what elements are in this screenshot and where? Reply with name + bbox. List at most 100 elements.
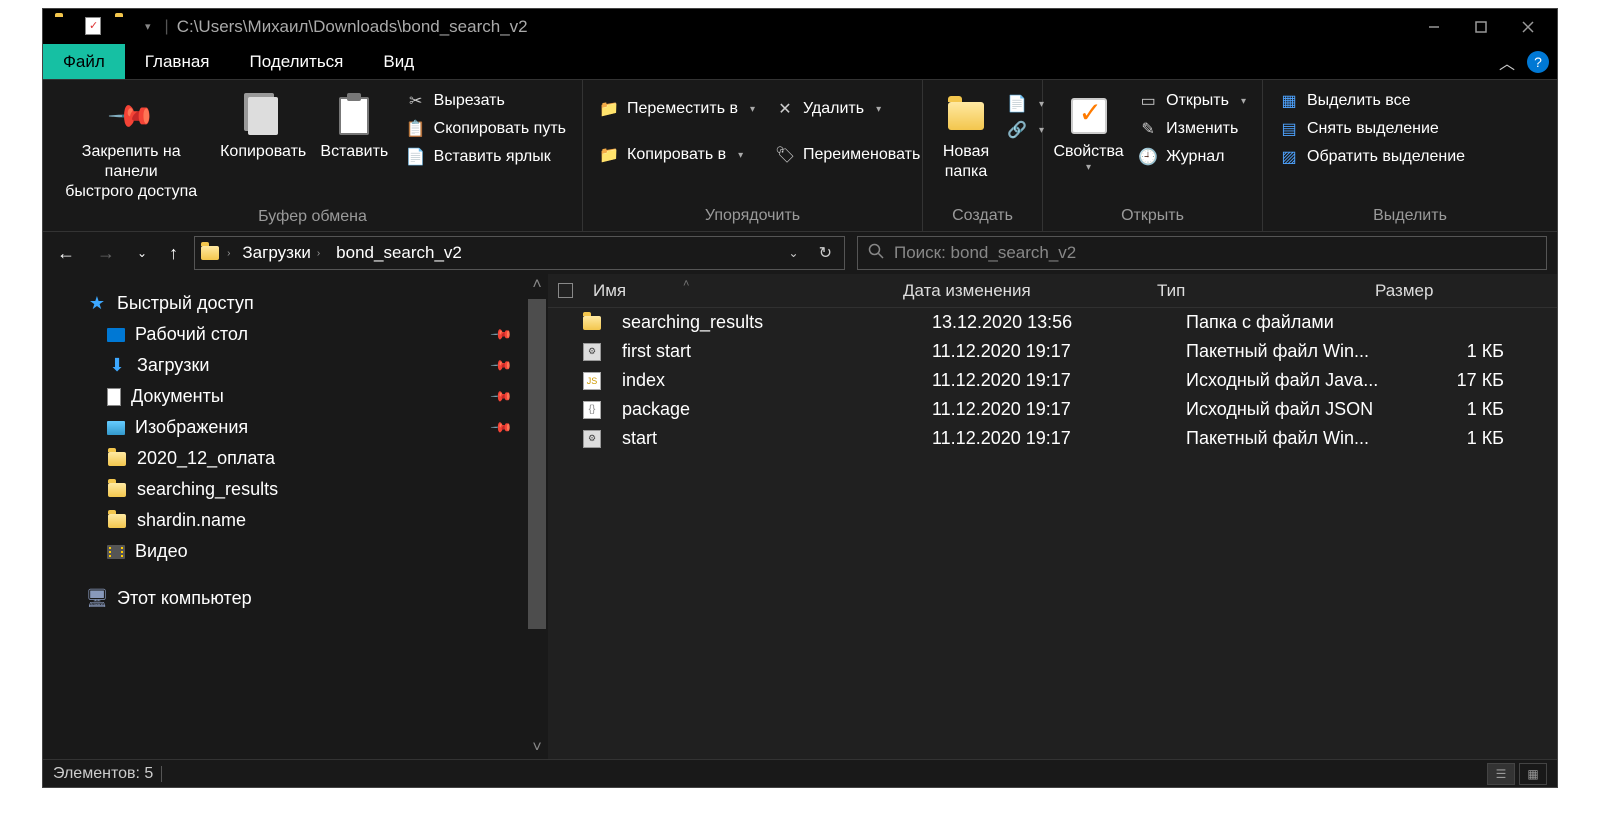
sidebar-item-downloads[interactable]: ⬇ Загрузки📌 xyxy=(83,350,548,381)
sidebar-item-folder-search[interactable]: searching_results xyxy=(83,474,548,505)
sidebar-item-pictures[interactable]: Изображения📌 xyxy=(83,412,548,443)
file-row[interactable]: {}package11.12.2020 19:17Исходный файл J… xyxy=(548,395,1557,424)
file-row[interactable]: ⚙start11.12.2020 19:17Пакетный файл Win.… xyxy=(548,424,1557,453)
up-button[interactable]: ↑ xyxy=(165,241,182,266)
file-row[interactable]: ⚙first start11.12.2020 19:17Пакетный фай… xyxy=(548,337,1557,366)
column-size[interactable]: Размер xyxy=(1365,281,1485,301)
sidebar-item-this-pc[interactable]: 🖥 Этот компьютер xyxy=(83,583,548,614)
paste-shortcut-button[interactable]: 📄Вставить ярлык xyxy=(398,144,574,170)
properties-button[interactable]: Свойства ▾ xyxy=(1051,86,1126,177)
chevron-down-icon: ▾ xyxy=(876,104,881,115)
folder-icon xyxy=(55,17,75,37)
select-all-button[interactable]: ▦Выделить все xyxy=(1271,88,1473,114)
open-button[interactable]: ▭Открыть▾ xyxy=(1130,88,1254,114)
thumbnails-view-button[interactable]: ▦ xyxy=(1519,763,1547,785)
column-type[interactable]: Тип xyxy=(1147,281,1365,301)
pin-quick-access-button[interactable]: 📌 Закрепить на панели быстрого доступа xyxy=(51,86,211,206)
group-label-new: Создать xyxy=(931,205,1034,229)
video-icon xyxy=(107,545,125,559)
status-bar: Элементов: 5 ☰ ▦ xyxy=(43,759,1557,787)
search-box[interactable] xyxy=(857,236,1547,270)
sidebar-item-folder-payment[interactable]: 2020_12_оплата xyxy=(83,443,548,474)
search-icon xyxy=(868,243,884,264)
desktop-icon xyxy=(107,328,125,342)
select-all-icon: ▦ xyxy=(1279,91,1299,111)
close-button[interactable] xyxy=(1505,12,1551,42)
sidebar-item-quick-access[interactable]: ★ Быстрый доступ xyxy=(83,288,548,319)
copy-to-button[interactable]: 📁Копировать в▾ xyxy=(591,142,763,168)
group-label-clipboard: Буфер обмена xyxy=(51,206,574,230)
file-date: 11.12.2020 19:17 xyxy=(922,341,1176,362)
easy-access-icon: 🔗 xyxy=(1007,120,1027,140)
refresh-button[interactable]: ↻ xyxy=(813,243,838,263)
invert-selection-button[interactable]: ▨Обратить выделение xyxy=(1271,144,1473,170)
minimize-button[interactable] xyxy=(1411,12,1457,42)
navigation-bar: ← → ⌄ ↑ › Загрузки› bond_search_v2 ⌄ ↻ xyxy=(43,232,1557,274)
cut-button[interactable]: ✂Вырезать xyxy=(398,88,574,114)
tab-file[interactable]: Файл xyxy=(43,44,125,79)
scroll-down-button[interactable]: ˅ xyxy=(526,737,548,759)
recent-dropdown[interactable]: ⌄ xyxy=(133,244,151,262)
file-size: 1 КБ xyxy=(1394,399,1514,420)
select-none-icon: ▤ xyxy=(1279,119,1299,139)
maximize-button[interactable] xyxy=(1458,12,1504,42)
pin-icon: 📌 xyxy=(489,415,513,439)
copy-path-button[interactable]: 📋Скопировать путь xyxy=(398,116,574,142)
copy-button[interactable]: Копировать xyxy=(215,86,311,166)
sidebar-item-folder-shardin[interactable]: shardin.name xyxy=(83,505,548,536)
forward-button[interactable]: → xyxy=(93,241,119,266)
paste-button[interactable]: Вставить xyxy=(315,86,394,166)
tab-share[interactable]: Поделиться xyxy=(230,44,364,79)
file-type: Исходный файл Java... xyxy=(1176,370,1394,391)
select-all-checkbox[interactable] xyxy=(558,283,573,298)
file-icon: JS xyxy=(582,371,602,391)
new-item-button[interactable]: 📄▾ xyxy=(1005,92,1046,116)
select-none-button[interactable]: ▤Снять выделение xyxy=(1271,116,1473,142)
file-name: index xyxy=(612,370,922,391)
back-button[interactable]: ← xyxy=(53,241,79,266)
search-input[interactable] xyxy=(894,243,1536,263)
navigation-pane: ˄ ˅ ★ Быстрый доступ Рабочий стол📌 ⬇ Заг… xyxy=(43,274,548,759)
sidebar-item-videos[interactable]: Видео xyxy=(83,536,548,567)
new-folder-qat-icon[interactable] xyxy=(115,17,135,37)
file-name: start xyxy=(612,428,922,449)
easy-access-button[interactable]: 🔗▾ xyxy=(1005,118,1046,142)
address-dropdown-icon[interactable]: ⌄ xyxy=(783,246,805,260)
move-to-button[interactable]: 📁Переместить в▾ xyxy=(591,96,763,122)
file-name: package xyxy=(612,399,922,420)
file-row[interactable]: searching_results13.12.2020 13:56Папка с… xyxy=(548,308,1557,337)
help-icon[interactable]: ? xyxy=(1527,51,1549,73)
chevron-right-icon[interactable]: › xyxy=(227,248,230,259)
file-view: Имя˄ Дата изменения Тип Размер searching… xyxy=(548,274,1557,759)
column-name[interactable]: Имя˄ xyxy=(583,281,893,301)
file-date: 11.12.2020 19:17 xyxy=(922,428,1176,449)
tab-home[interactable]: Главная xyxy=(125,44,230,79)
new-folder-button[interactable]: Новая папка xyxy=(931,86,1001,186)
sidebar-item-desktop[interactable]: Рабочий стол📌 xyxy=(83,319,548,350)
address-bar[interactable]: › Загрузки› bond_search_v2 ⌄ ↻ xyxy=(194,236,845,270)
file-icon: ⚙ xyxy=(582,429,602,449)
delete-button[interactable]: ✕Удалить▾ xyxy=(767,96,928,122)
properties-qat-icon[interactable]: ✓ xyxy=(85,17,105,37)
rename-button[interactable]: 🏷Переименовать xyxy=(767,142,928,168)
status-elements: Элементов: 5 xyxy=(53,765,153,783)
tab-view[interactable]: Вид xyxy=(363,44,434,79)
breadcrumb-downloads[interactable]: Загрузки› xyxy=(238,241,324,265)
sidebar-item-documents[interactable]: Документы📌 xyxy=(83,381,548,412)
edit-button[interactable]: ✎Изменить xyxy=(1130,116,1254,142)
file-date: 13.12.2020 13:56 xyxy=(922,312,1176,333)
chevron-down-icon: ▾ xyxy=(738,150,743,161)
qat-dropdown-icon[interactable]: ▾ xyxy=(145,20,151,33)
pin-icon: 📌 xyxy=(489,353,513,377)
column-date[interactable]: Дата изменения xyxy=(893,281,1147,301)
history-button[interactable]: 🕘Журнал xyxy=(1130,144,1254,170)
collapse-ribbon-icon[interactable]: ︿ xyxy=(1493,50,1521,74)
breadcrumb-folder[interactable]: bond_search_v2 xyxy=(332,241,466,265)
details-view-button[interactable]: ☰ xyxy=(1487,763,1515,785)
rename-icon: 🏷 xyxy=(775,145,795,165)
file-type: Пакетный файл Win... xyxy=(1176,341,1394,362)
folder-icon xyxy=(107,480,127,500)
titlebar-separator: | xyxy=(165,18,169,36)
file-row[interactable]: JSindex11.12.2020 19:17Исходный файл Jav… xyxy=(548,366,1557,395)
properties-icon xyxy=(1071,98,1107,134)
